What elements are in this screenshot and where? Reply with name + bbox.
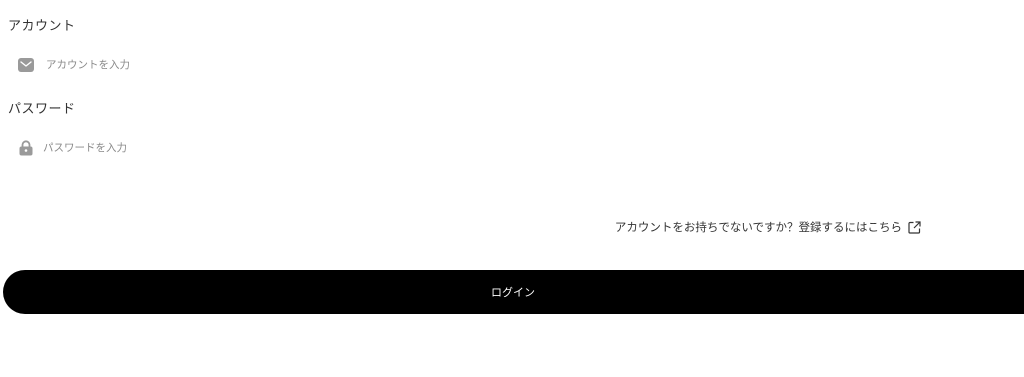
- account-label: アカウント: [8, 19, 76, 34]
- login-button-label: ログイン: [491, 286, 535, 299]
- password-input[interactable]: [43, 142, 523, 154]
- register-link[interactable]: アカウントをお持ちでないですか？登録するにはこちら: [615, 219, 921, 235]
- login-form: アカウント パスワード アカウントをお持ちでないですか？登録するにはこちら: [0, 0, 1024, 377]
- external-link-icon: [908, 220, 921, 234]
- account-input[interactable]: [46, 59, 526, 71]
- register-link-text: アカウントをお持ちでないですか？登録するにはこちら: [614, 220, 902, 234]
- mail-icon: [18, 57, 34, 73]
- account-field[interactable]: [8, 50, 568, 80]
- lock-icon: [18, 140, 34, 156]
- password-field[interactable]: [8, 133, 568, 163]
- password-label: パスワード: [8, 102, 76, 117]
- login-button[interactable]: ログイン: [3, 270, 1024, 314]
